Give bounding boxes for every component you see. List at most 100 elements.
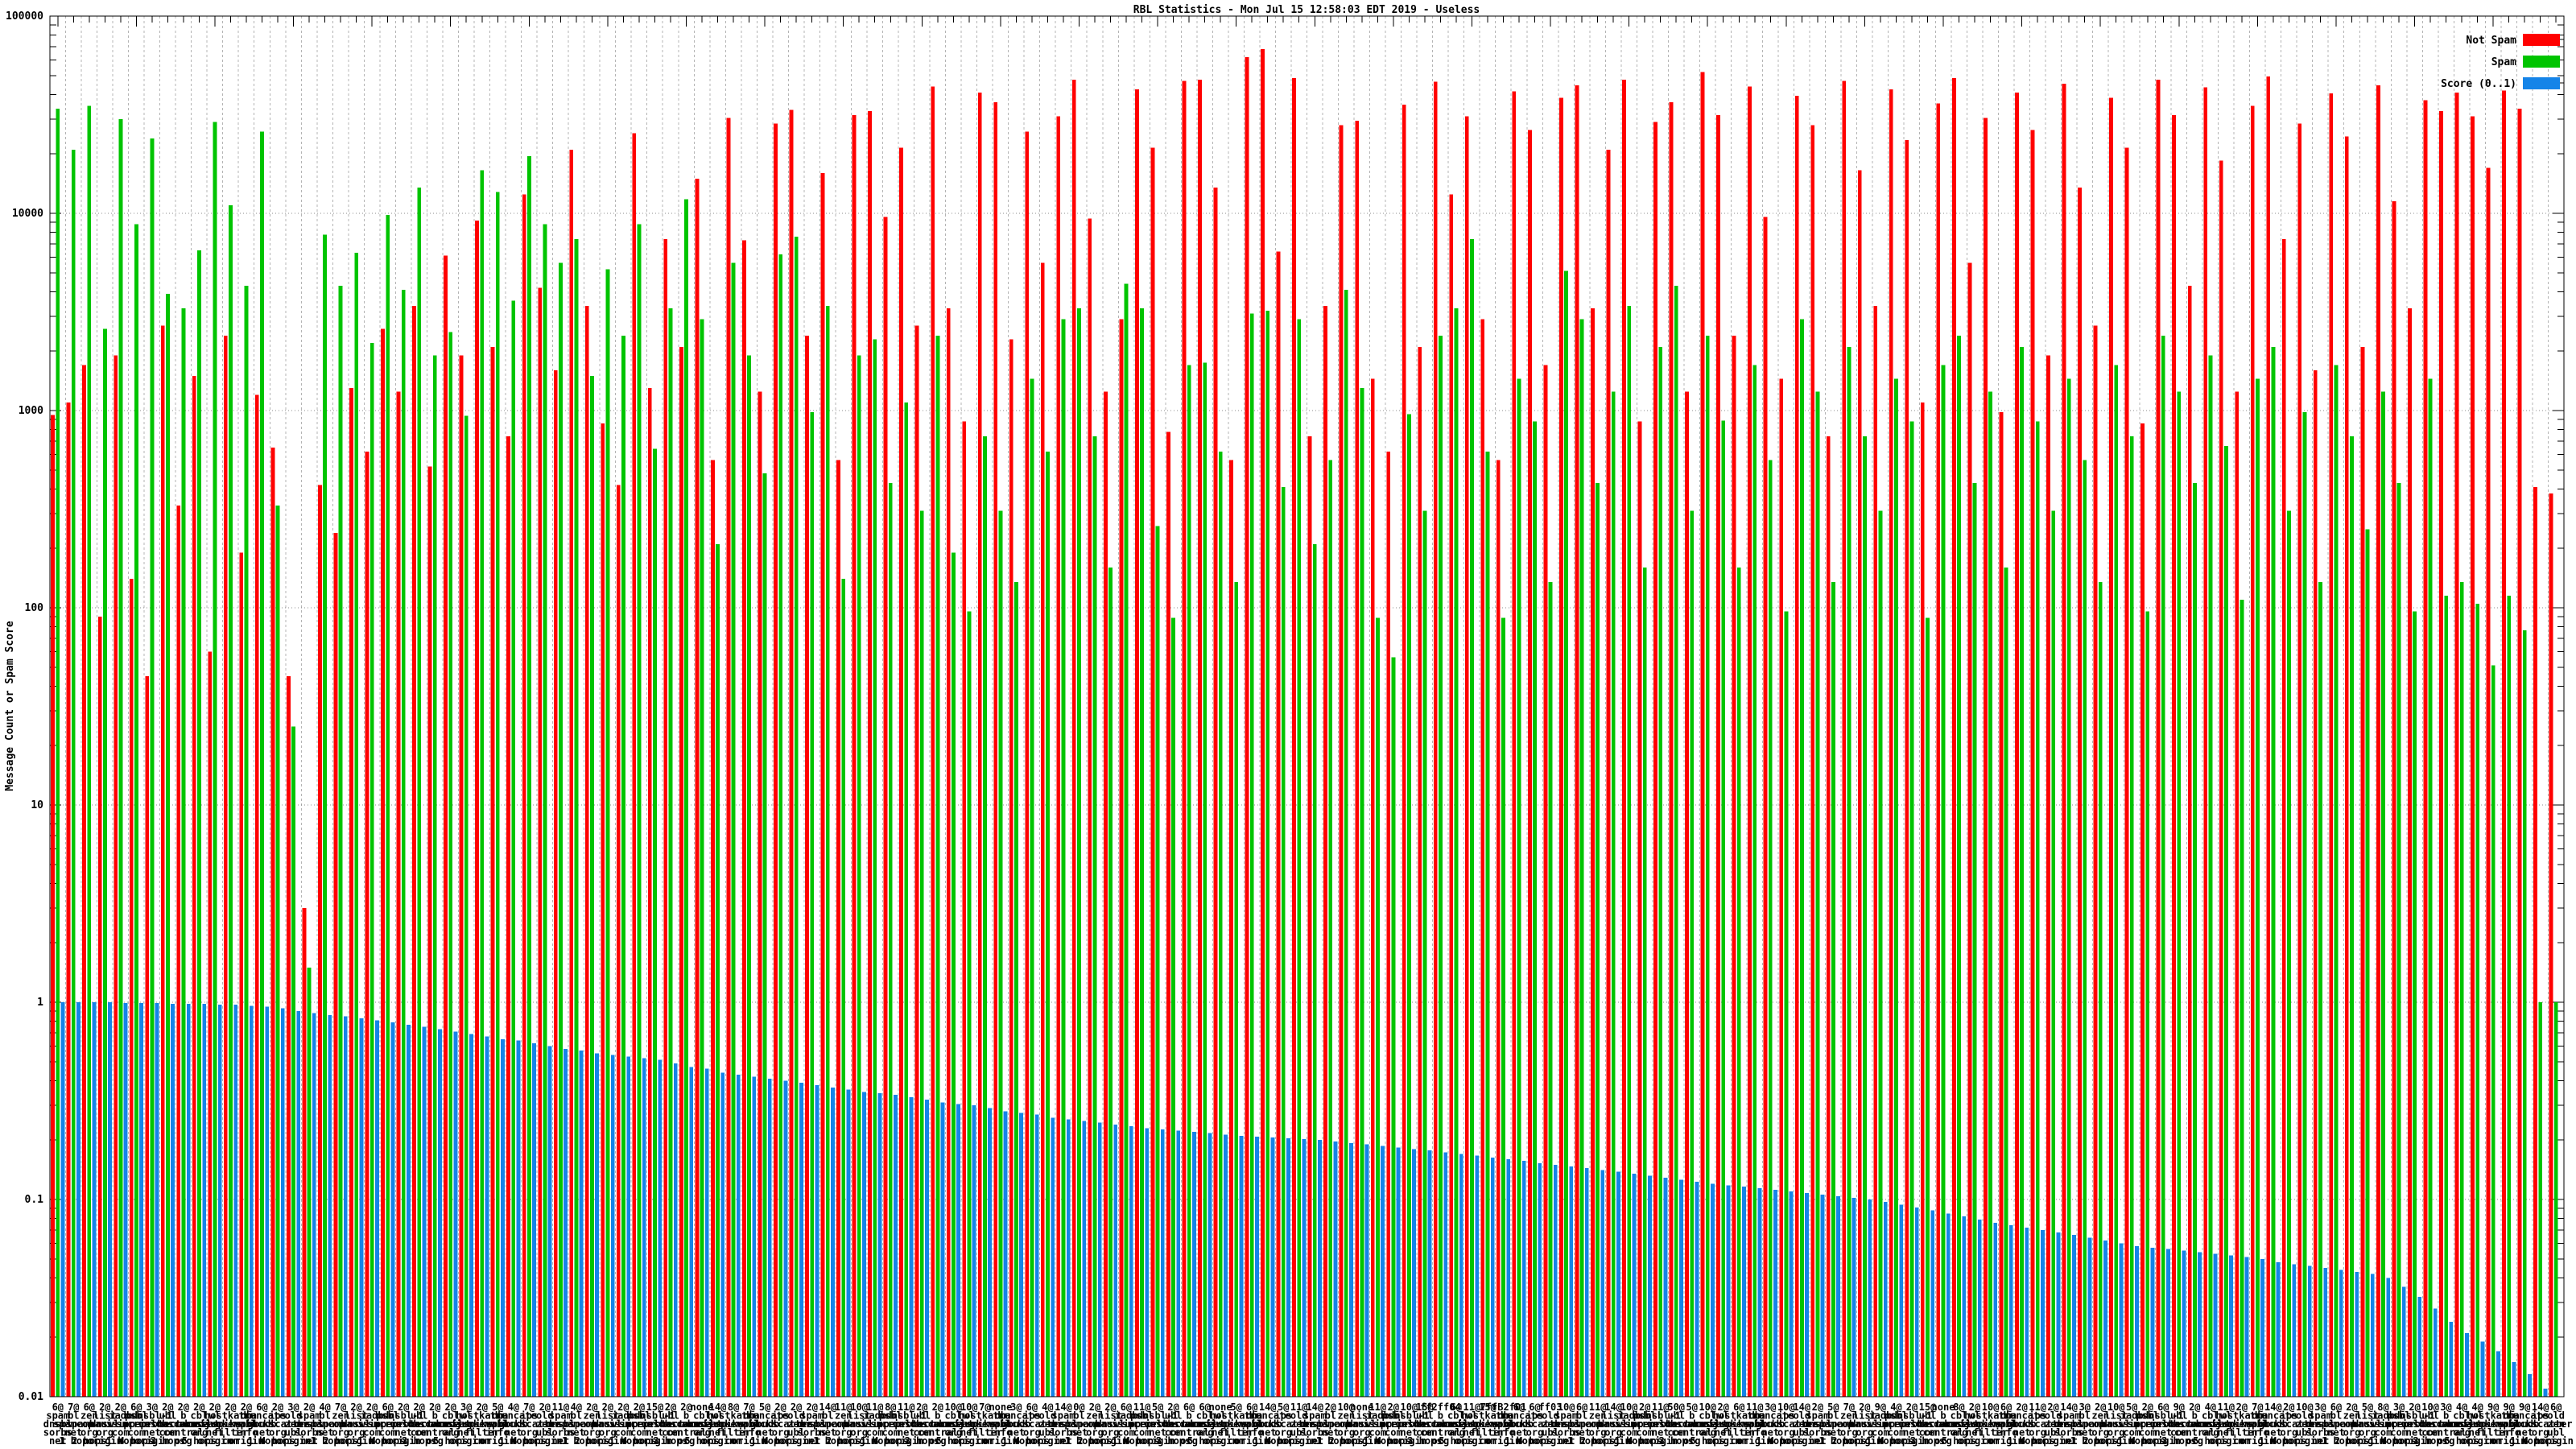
bar-score bbox=[155, 1003, 159, 1397]
bar-score bbox=[1977, 1220, 1982, 1397]
bar-not-spam bbox=[51, 415, 55, 1397]
bar-score bbox=[1066, 1119, 1071, 1397]
bar-spam bbox=[700, 319, 704, 1397]
bar-score bbox=[139, 1003, 143, 1397]
bar-score bbox=[862, 1092, 866, 1397]
bar-score bbox=[673, 1063, 678, 1397]
y-tick-label: 100000 bbox=[6, 10, 43, 23]
bar-not-spam bbox=[1056, 116, 1061, 1397]
bar-not-spam bbox=[318, 485, 322, 1397]
bar-not-spam bbox=[522, 194, 526, 1397]
bar-spam bbox=[1784, 611, 1789, 1397]
bar-score bbox=[783, 1080, 788, 1397]
bar-not-spam bbox=[1480, 319, 1485, 1397]
bar-spam bbox=[1218, 451, 1223, 1397]
bar-score bbox=[1349, 1143, 1353, 1397]
bar-spam bbox=[1108, 568, 1113, 1397]
bar-not-spam bbox=[977, 92, 982, 1397]
bar-spam bbox=[1579, 319, 1584, 1397]
bar-spam bbox=[983, 436, 987, 1397]
bar-score bbox=[1773, 1189, 1777, 1397]
bar-not-spam bbox=[333, 532, 338, 1397]
bar-spam bbox=[181, 308, 186, 1397]
bar-spam bbox=[1863, 436, 1867, 1397]
bar-not-spam bbox=[239, 552, 244, 1397]
bar-score bbox=[1679, 1179, 1683, 1397]
bar-score bbox=[469, 1034, 473, 1397]
bar-not-spam bbox=[412, 305, 416, 1397]
bar-score bbox=[2323, 1268, 2328, 1397]
bar-not-spam bbox=[553, 370, 558, 1397]
bar-score bbox=[280, 1008, 285, 1397]
bar-not-spam bbox=[2266, 76, 2271, 1397]
bar-score bbox=[390, 1022, 395, 1397]
bar-score bbox=[1899, 1204, 1904, 1397]
bar-score bbox=[2370, 1274, 2375, 1397]
bar-spam bbox=[511, 300, 516, 1397]
bar-score bbox=[1836, 1195, 1840, 1397]
bar-score bbox=[1648, 1175, 1652, 1397]
bar-not-spam bbox=[82, 365, 86, 1397]
bar-score bbox=[1003, 1111, 1008, 1397]
bar-not-spam bbox=[2376, 85, 2380, 1397]
bar-spam bbox=[275, 506, 280, 1397]
bar-not-spam bbox=[1009, 339, 1013, 1397]
bar-not-spam bbox=[2549, 493, 2553, 1397]
bar-spam bbox=[229, 204, 233, 1397]
bar-not-spam bbox=[2486, 167, 2491, 1397]
bar-not-spam bbox=[1339, 125, 1344, 1397]
bar-not-spam bbox=[129, 579, 134, 1397]
bar-spam bbox=[1281, 486, 1286, 1397]
bar-spam bbox=[150, 138, 155, 1397]
bar-score bbox=[579, 1050, 584, 1397]
bar-not-spam bbox=[993, 102, 998, 1397]
legend-label-score: Score (0..1) bbox=[2441, 78, 2516, 90]
bar-spam bbox=[2193, 482, 2197, 1397]
bar-spam bbox=[2413, 611, 2417, 1397]
bar-not-spam bbox=[506, 436, 510, 1397]
bar-spam bbox=[653, 448, 657, 1397]
bar-not-spam bbox=[962, 421, 967, 1397]
bar-spam bbox=[605, 269, 610, 1397]
bar-not-spam bbox=[2297, 123, 2302, 1397]
bar-not-spam bbox=[805, 335, 809, 1397]
bar-score bbox=[736, 1074, 741, 1397]
bar-not-spam bbox=[774, 123, 778, 1397]
bar-spam bbox=[2507, 596, 2512, 1397]
bar-score bbox=[1381, 1146, 1385, 1397]
bar-score bbox=[767, 1078, 772, 1397]
bar-spam bbox=[1077, 308, 1081, 1397]
bar-score bbox=[1145, 1128, 1150, 1397]
bar-score bbox=[2166, 1249, 2170, 1397]
bar-spam bbox=[2256, 378, 2260, 1397]
y-axis-title: Message Count or Spam Score bbox=[4, 621, 16, 791]
bar-spam bbox=[1957, 335, 1961, 1397]
bar-score bbox=[1616, 1171, 1620, 1397]
y-tick-label: 10 bbox=[31, 799, 43, 811]
bar-score bbox=[1051, 1117, 1055, 1397]
bar-score bbox=[799, 1083, 803, 1397]
bar-not-spam bbox=[2093, 325, 2098, 1397]
bar-score bbox=[2276, 1262, 2281, 1397]
bar-not-spam bbox=[883, 217, 888, 1397]
bar-not-spam bbox=[145, 676, 150, 1397]
bar-score bbox=[108, 1002, 112, 1397]
y-tick-label: 0.01 bbox=[19, 1391, 43, 1403]
bar-not-spam bbox=[1245, 56, 1249, 1397]
bar-not-spam bbox=[601, 423, 605, 1397]
bar-score bbox=[1412, 1149, 1416, 1397]
bar-spam bbox=[1297, 319, 1302, 1397]
bar-spam bbox=[2129, 436, 2134, 1397]
bar-spam bbox=[952, 552, 956, 1397]
bar-not-spam bbox=[254, 394, 259, 1397]
bar-score bbox=[1914, 1208, 1919, 1397]
bar-spam bbox=[684, 199, 688, 1397]
bar-spam bbox=[919, 510, 924, 1397]
bar-score bbox=[1553, 1164, 1558, 1397]
bar-score bbox=[2056, 1232, 2061, 1397]
bar-spam bbox=[338, 285, 343, 1397]
bar-spam bbox=[2240, 599, 2244, 1397]
bar-spam bbox=[369, 343, 374, 1397]
bar-not-spam bbox=[616, 485, 621, 1397]
bar-not-spam bbox=[789, 109, 794, 1397]
